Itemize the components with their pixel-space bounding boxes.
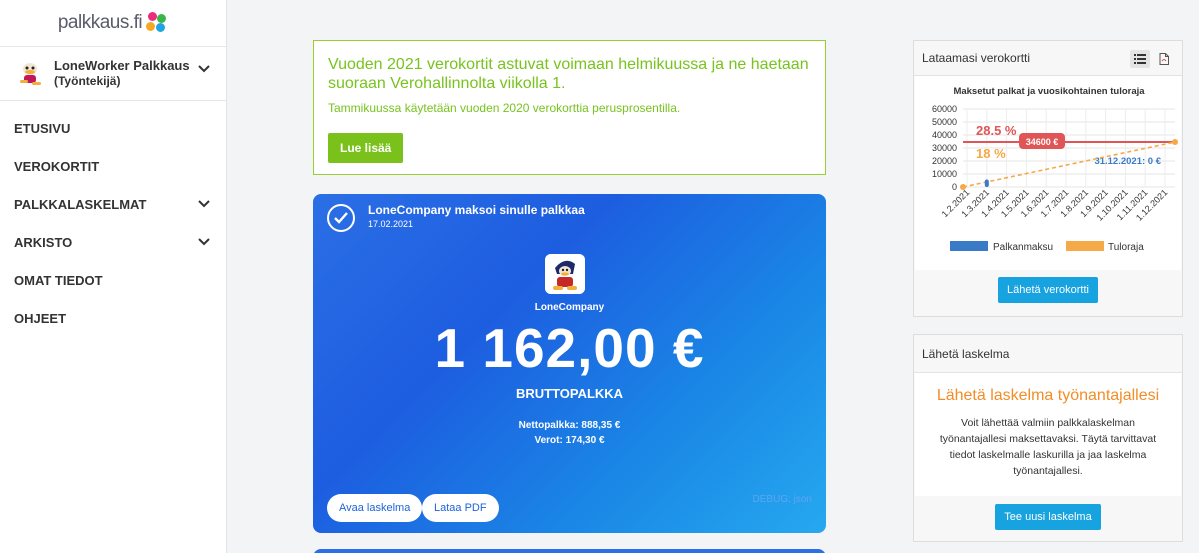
chevron-down-icon[interactable] (198, 197, 210, 212)
net-and-tax: Nettopalkka: 888,35 € Verot: 174,30 € (313, 418, 826, 448)
legend-swatch-palkanmaksu (950, 241, 988, 251)
legend-swatch-tuloraja (1066, 241, 1104, 251)
send-taxcard-button[interactable]: Lähetä verokortti (998, 277, 1098, 303)
nav-item-verokortit[interactable]: VEROKORTIT (0, 147, 226, 185)
send-calc-text: Voit lähettää valmiin palkkalaskelman ty… (939, 417, 1157, 477)
net-pay: Nettopalkka: 888,35 € (518, 420, 621, 431)
send-calc-panel-title: Lähetä laskelma (922, 346, 1010, 361)
read-more-button[interactable]: Lue lisää (328, 133, 404, 163)
nav-item-label: PALKKALASKELMAT (14, 196, 147, 212)
rate-low-label: 18 % (976, 146, 1006, 161)
debug-link[interactable]: DEBUG: json (753, 494, 812, 505)
payment-card: LoneCompany maksoi sinulle palkkaa 17.02… (313, 194, 826, 533)
sidebar: palkkaus.fi LoneWorker Palkkaus (Työntek… (0, 0, 227, 553)
taxcard-chart-area: Maksetut palkat ja vuosikohtainen tulora… (915, 76, 1181, 270)
y-tick-label: 60000 (932, 104, 957, 114)
chevron-down-icon[interactable] (198, 61, 210, 79)
nav-item-label: VEROKORTIT (14, 158, 100, 174)
taxcard-panel-title: Lataamasi verokortti (922, 51, 1031, 65)
gross-amount: 1 162,00 € (434, 317, 705, 379)
nav-item-label: OMAT TIEDOT (14, 272, 103, 288)
nav-item-etusivu[interactable]: ETUSIVU (0, 109, 226, 147)
user-name: LoneWorker Palkkaus (54, 58, 190, 73)
user-role: (Työntekijä) (54, 74, 121, 88)
logo-dots-icon (146, 12, 168, 34)
logo-text: palkkaus.fi (57, 12, 143, 33)
nav-item-ohjeet[interactable]: OHJEET (0, 299, 226, 337)
chevron-down-icon[interactable] (198, 235, 210, 250)
logo[interactable]: palkkaus.fi (0, 0, 226, 47)
series-point-tuloraja (1172, 139, 1178, 146)
nav-item-omat-tiedot[interactable]: OMAT TIEDOT (0, 261, 226, 299)
send-calc-body: Lähetä laskelma työnantajallesi Voit läh… (915, 373, 1181, 496)
payment-date: 17.02.2021 (368, 219, 414, 229)
download-pdf-button[interactable]: Lataa PDF (422, 494, 499, 522)
nav-item-label: ARKISTO (14, 234, 73, 250)
pdf-icon[interactable] (1154, 50, 1174, 68)
company-logo (545, 254, 585, 294)
company-name: LoneCompany (534, 302, 605, 313)
check-icon (327, 204, 355, 232)
open-calculation-button[interactable]: Avaa laskelma (327, 494, 423, 522)
y-tick-label: 40000 (932, 130, 957, 140)
gross-label: BRUTTOPALKKA (515, 386, 624, 401)
y-tick-label: 30000 (932, 143, 957, 153)
payment-title: LoneCompany maksoi sinulle palkkaa (368, 203, 585, 217)
main-nav: ETUSIVU VEROKORTIT PALKKALASKELMAT ARKIS… (0, 109, 226, 337)
taxcard-panel-header: Lataamasi verokortti (914, 41, 1182, 76)
send-calc-heading: Lähetä laskelma työnantajallesi (936, 387, 1160, 404)
limit-label: 34600 € (1026, 137, 1059, 147)
next-payment-card (313, 549, 826, 553)
series-bar-palkanmaksu (984, 179, 989, 187)
nav-item-label: OHJEET (14, 310, 67, 326)
y-tick-label: 50000 (932, 117, 957, 127)
y-tick-label: 10000 (932, 169, 957, 179)
tax-amount: Verot: 174,30 € (534, 435, 605, 446)
taxcard-panel: Lataamasi verokortti Maksetut palkat ja … (913, 40, 1183, 317)
y-tick-label: 20000 (932, 156, 957, 166)
nav-item-palkkalaskelmat[interactable]: PALKKALASKELMAT (0, 185, 226, 223)
nav-item-arkisto[interactable]: ARKISTO (0, 223, 226, 261)
nav-item-label: ETUSIVU (14, 120, 71, 136)
banner-subtitle: Tammikuussa käytetään vuoden 2020 veroko… (328, 101, 681, 115)
banner-title: Vuoden 2021 verokortit astuvat voimaan h… (328, 56, 809, 92)
end-date-label: 31.12.2021: 0 € (1094, 156, 1161, 167)
send-calc-panel: Lähetä laskelma Lähetä laskelma työnanta… (913, 334, 1183, 542)
user-menu[interactable]: LoneWorker Palkkaus (Työntekijä) (0, 47, 226, 101)
y-tick-label: 0 (952, 182, 957, 192)
info-banner: Vuoden 2021 verokortit astuvat voimaan h… (313, 40, 826, 175)
rate-high-label: 28.5 % (976, 123, 1017, 138)
legend-label-palkanmaksu: Palkanmaksu (993, 242, 1053, 253)
legend-label-tuloraja: Tuloraja (1108, 242, 1144, 253)
income-limit-chart: Maksetut palkat ja vuosikohtainen tulora… (932, 86, 1178, 253)
new-calculation-button[interactable]: Tee uusi laskelma (995, 504, 1101, 530)
user-avatar (14, 57, 46, 90)
send-calc-panel-header: Lähetä laskelma (914, 335, 1182, 373)
series-point-tuloraja (960, 184, 966, 190)
list-icon[interactable] (1130, 50, 1150, 68)
chart-title: Maksetut palkat ja vuosikohtainen tulora… (953, 86, 1145, 97)
